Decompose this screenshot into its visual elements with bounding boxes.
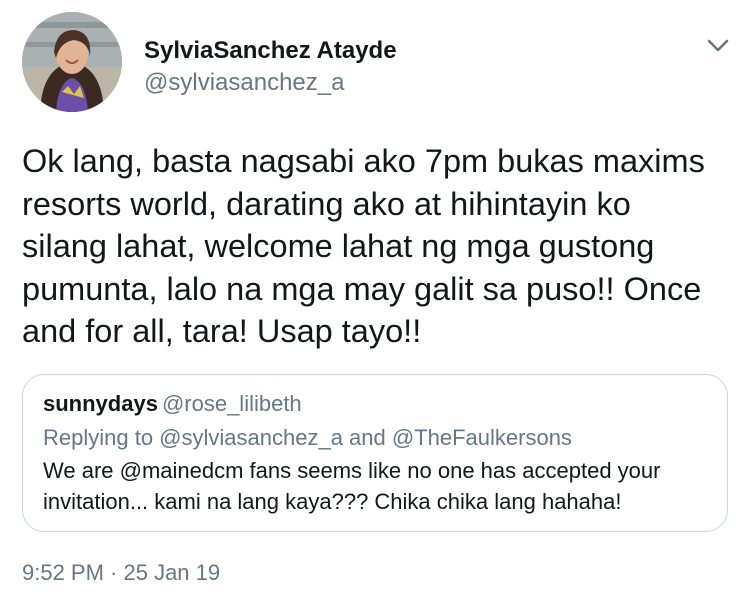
tweet-text: Ok lang, basta nagsabi ako 7pm bukas max… (22, 143, 705, 349)
author-display-name[interactable]: SylviaSanchez Atayde (144, 36, 397, 66)
quoted-handle: @rose_lilibeth (161, 391, 302, 416)
author-names: SylviaSanchez Atayde @sylviasanchez_a (144, 36, 397, 98)
avatar[interactable] (22, 12, 122, 112)
avatar-photo-icon (22, 12, 122, 112)
tweet-header: SylviaSanchez Atayde @sylviasanchez_a (22, 12, 732, 112)
tweet-card: SylviaSanchez Atayde @sylviasanchez_a Ok… (0, 0, 750, 596)
tweet-timestamp[interactable]: 9:52 PM · 25 Jan 19 (22, 559, 220, 587)
quoted-display-name: sunnydays (43, 391, 158, 416)
quoted-tweet-text: We are @mainedcm fans seems like no one … (43, 458, 661, 514)
quoted-replying-to: Replying to @sylviasanchez_a and @TheFau… (43, 425, 572, 450)
chevron-down-icon (707, 39, 729, 52)
tweet-menu-button[interactable] (704, 32, 732, 60)
quoted-tweet[interactable]: sunnydays @rose_lilibeth Replying to @syl… (22, 374, 728, 532)
author-handle[interactable]: @sylviasanchez_a (144, 68, 397, 98)
quoted-author: sunnydays @rose_lilibeth (43, 389, 707, 419)
